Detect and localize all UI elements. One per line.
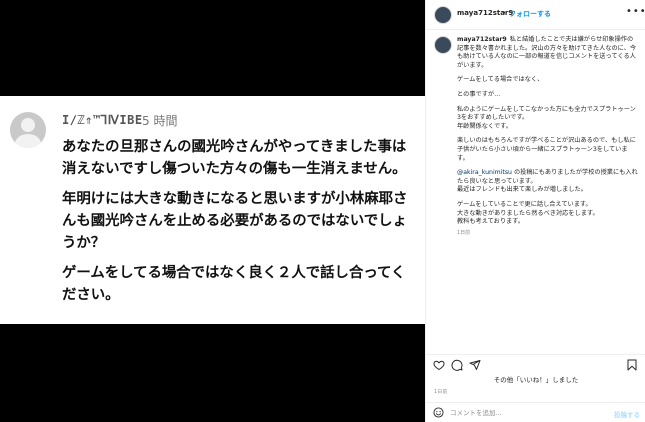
post-date[interactable]: 1日前	[434, 388, 448, 395]
caption-mention-line: @akira_kunimitsu の投稿にもありましたが学校の授業にも入れたら良…	[457, 169, 639, 186]
caption-line: 年齢関係なくです。	[457, 122, 512, 130]
caption: maya712star9 私と結婚したことで夫は嫌がらせ印象操作の記事を数々書かれ…	[457, 36, 639, 237]
caption-line: 私のようにゲームをしてこなかった方にも全力でスプラトゥーン3をおすすめしたいです…	[457, 105, 636, 122]
comment-paragraph: あなたの旦那さんの國光吟さんがやってきました事は消えないですし傷ついた方々の傷も…	[62, 139, 407, 177]
caption-line: 教科も考えております。	[457, 218, 524, 226]
comment-text: あなたの旦那さんの國光吟さんがやってきました事は消えないですし傷ついた方々の傷も…	[62, 136, 414, 314]
profile-avatar[interactable]	[434, 6, 452, 24]
more-icon[interactable]: •••	[626, 6, 645, 17]
caption-intro: maya712star9 私と結婚したことで夫は嫌がらせ印象操作の記事を数々書かれ…	[457, 36, 639, 70]
comment-icon[interactable]	[451, 359, 463, 371]
caption-line: ゲームをしていることで更に話し合えています。	[457, 200, 592, 208]
bookmark-icon[interactable]	[626, 359, 638, 371]
follow-button[interactable]: フォローする	[509, 9, 551, 19]
mention-link[interactable]: @akira_kunimitsu	[457, 169, 512, 176]
comment-paragraph: 年明けには大きな動きになると思いますが小林麻耶さんも國光吟さんを止める必要がある…	[62, 191, 408, 251]
post-header: maya712star9 • フォローする •••	[426, 0, 645, 30]
comment-username: I∕ℤ⇑™⅂ⅣΙΒΕ	[62, 113, 143, 127]
caption-line: 大きな動きがありましたら然るべき対応をします。	[457, 209, 599, 217]
post-comment-button[interactable]: 投稿する	[614, 409, 640, 419]
default-avatar-icon	[10, 112, 46, 148]
comment-screenshot: I∕ℤ⇑™⅂ⅣΙΒΕ 5 時間 あなたの旦那さんの國光吟さんがやってきました事は…	[0, 96, 425, 324]
emoji-icon[interactable]	[433, 407, 444, 418]
paper-plane-icon[interactable]	[469, 359, 481, 371]
comment-paragraph: ゲームをしてる場合ではなく良く２人で話し合ってください。	[62, 265, 406, 303]
action-bar	[426, 354, 645, 374]
caption-line: ゲームをしてる場合ではなく、	[457, 76, 544, 84]
caption-line: との事ですが…	[457, 90, 501, 98]
separator-dot: •	[502, 9, 507, 17]
post-media[interactable]: I∕ℤ⇑™⅂ⅣΙΒΕ 5 時間 あなたの旦那さんの國光吟さんがやってきました事は…	[0, 0, 425, 422]
caption-username[interactable]: maya712star9	[457, 36, 507, 43]
heart-icon[interactable]	[433, 359, 445, 371]
comment-bar: 投稿する	[426, 402, 645, 422]
caption-line: 最近はフレンドも出来て楽しみが増しました。	[457, 186, 587, 194]
comment-input[interactable]	[450, 407, 600, 419]
caption-age[interactable]: 1日前	[457, 229, 639, 238]
likes-text[interactable]: その他「いいね！」しました	[426, 374, 645, 384]
caption-avatar[interactable]	[434, 36, 452, 54]
post-side-panel: maya712star9 • フォローする ••• maya712star9 私と…	[425, 0, 645, 422]
caption-line: 楽しいのはもちろんですが学べることが沢山あるので、もし私に子供がいたら小さい頃か…	[457, 137, 636, 162]
comment-time: 5 時間	[142, 114, 178, 128]
